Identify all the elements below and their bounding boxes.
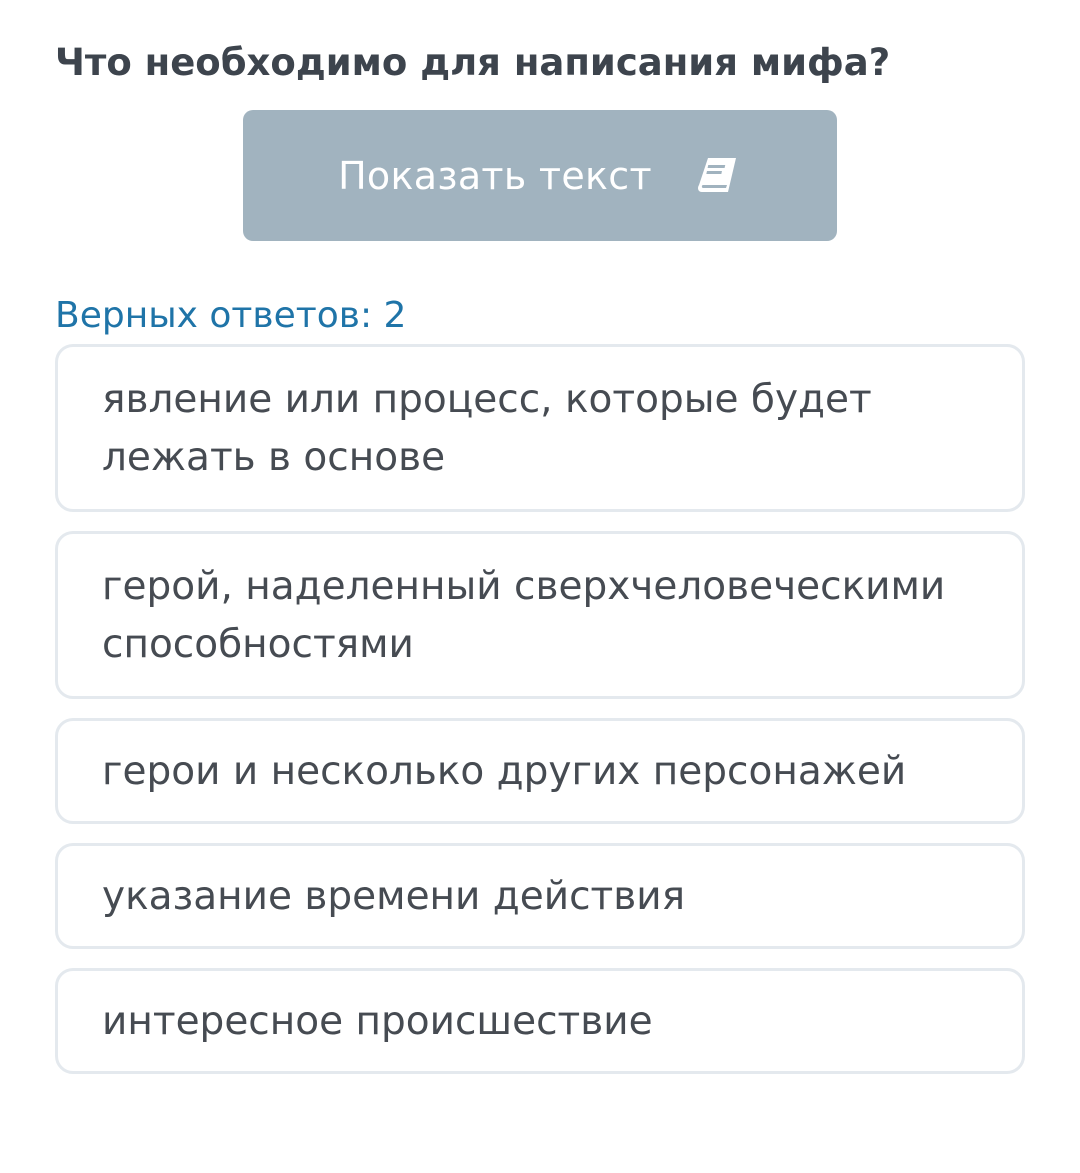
answer-option[interactable]: герои и несколько других персонажей [55,718,1025,824]
show-text-button-label: Показать текст [338,153,652,198]
answer-option[interactable]: интересное происшествие [55,968,1025,1074]
answer-option[interactable]: указание времени действия [55,843,1025,949]
answer-options-list: явление или процесс, которые будет лежат… [55,344,1025,1093]
show-text-button[interactable]: Показать текст [243,110,837,241]
answer-option[interactable]: явление или процесс, которые будет лежат… [55,344,1025,512]
answer-option[interactable]: герой, наделенный сверхчеловеческими спо… [55,531,1025,699]
question-title: Что необходимо для написания мифа? [55,41,891,84]
book-icon [694,152,742,200]
correct-answers-count: Верных ответов: 2 [55,295,407,336]
